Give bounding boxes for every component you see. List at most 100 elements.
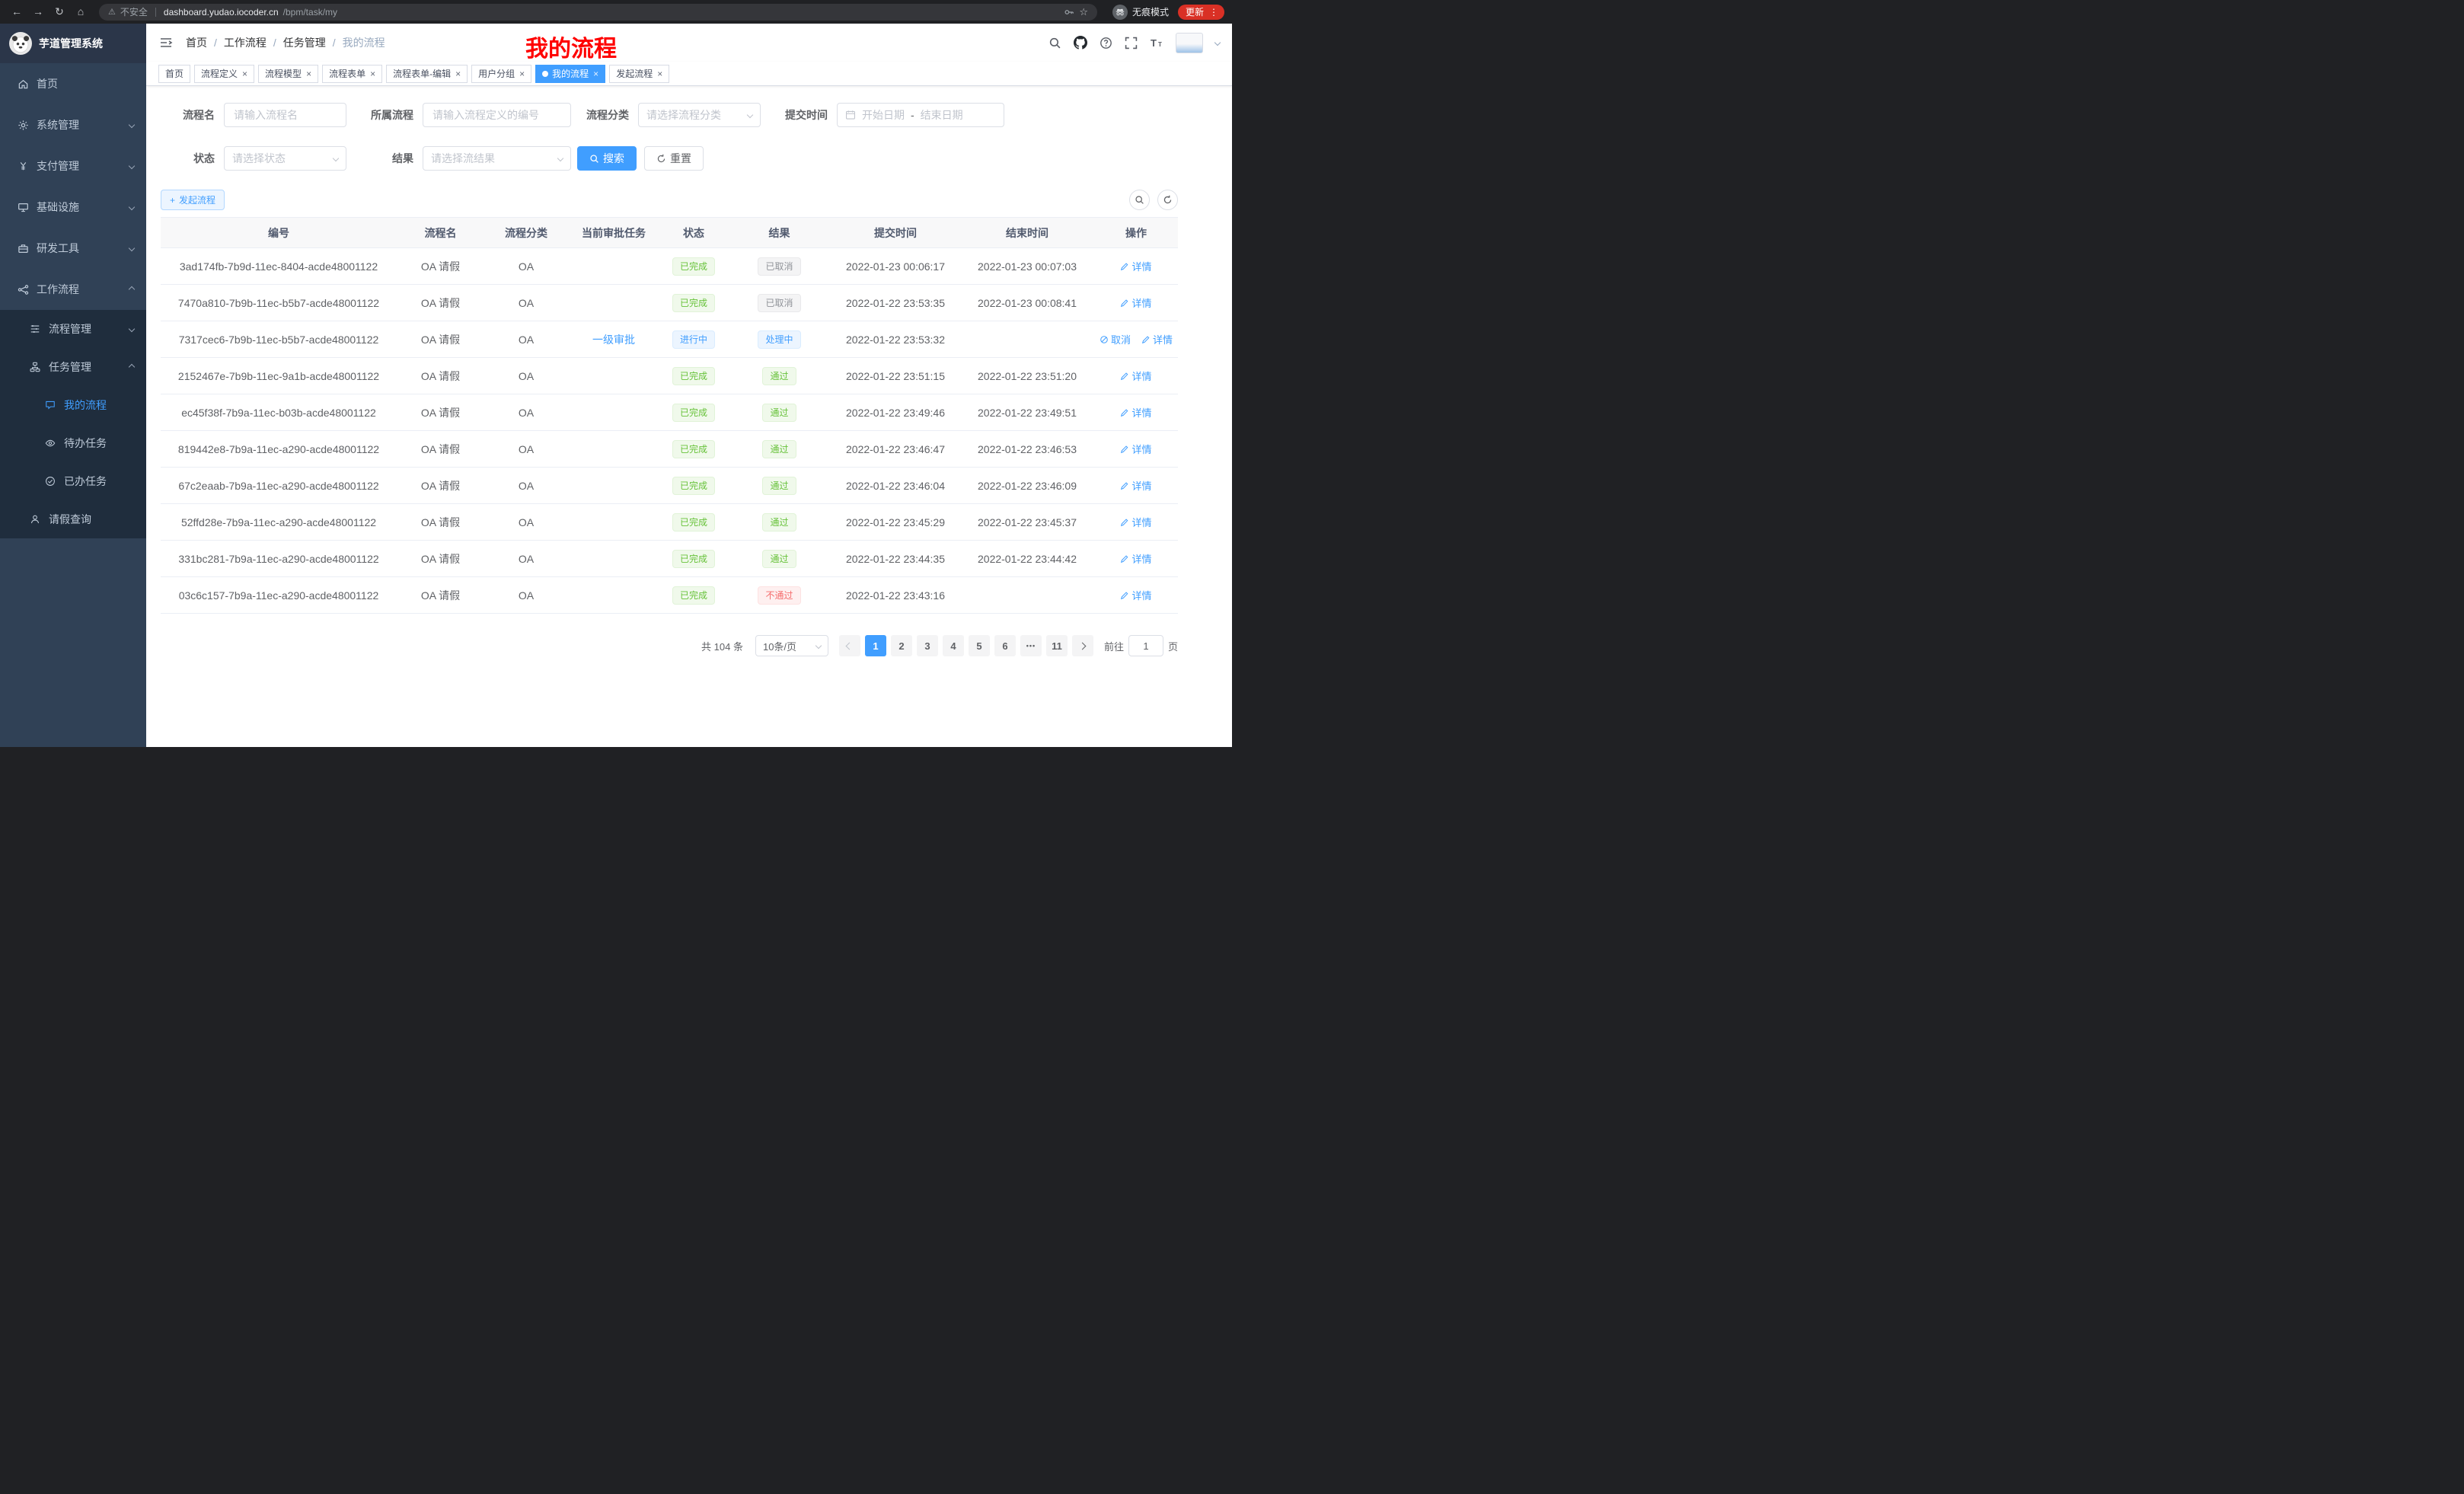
avatar[interactable] (1176, 33, 1203, 53)
fullscreen-icon[interactable] (1125, 37, 1138, 49)
sidebar-item-payment-management[interactable]: 支付管理 (0, 145, 146, 187)
close-icon[interactable]: × (370, 69, 375, 79)
process-name-input[interactable] (224, 103, 346, 127)
sidebar-item-infrastructure[interactable]: 基础设施 (0, 187, 146, 228)
page-button-11[interactable]: 11 (1046, 635, 1068, 656)
sidebar-toggle-icon[interactable] (158, 35, 174, 50)
font-size-icon[interactable]: TT (1150, 37, 1163, 49)
close-icon[interactable]: × (519, 69, 525, 79)
detail-button[interactable]: 详情 (1120, 551, 1151, 566)
result-badge: 已取消 (758, 257, 800, 276)
breadcrumb-item[interactable]: 工作流程 (224, 35, 267, 50)
page-button-4[interactable]: 4 (943, 635, 964, 656)
tab-process-model[interactable]: 流程模型× (258, 65, 318, 83)
sidebar-item-devtools[interactable]: 研发工具 (0, 228, 146, 269)
process-name-label: 流程名 (173, 107, 224, 123)
process-definition-input[interactable] (423, 103, 571, 127)
sidebar-item-process-management[interactable]: 流程管理 (0, 310, 146, 348)
detail-label: 详情 (1131, 515, 1151, 529)
cell-current-task (568, 358, 659, 394)
prev-page-button[interactable] (839, 635, 860, 656)
start-process-button[interactable]: + 发起流程 (161, 190, 225, 210)
close-icon[interactable]: × (657, 69, 662, 79)
reset-button[interactable]: 重置 (644, 146, 704, 171)
sidebar-item-todo-tasks[interactable]: 待办任务 (0, 424, 146, 462)
refresh-button[interactable] (1157, 190, 1178, 210)
close-icon[interactable]: × (306, 69, 311, 79)
tab-process-form-edit[interactable]: 流程表单-编辑× (386, 65, 468, 83)
search-button[interactable]: 搜索 (577, 146, 637, 171)
sidebar-item-task-management[interactable]: 任务管理 (0, 348, 146, 386)
result-select[interactable]: 请选择流结果 (423, 146, 571, 171)
tab-start-process[interactable]: 发起流程 × (609, 65, 669, 83)
browser-home-icon[interactable]: ⌂ (72, 0, 90, 24)
sidebar-item-leave-query[interactable]: 请假查询 (0, 500, 146, 538)
sidebar-item-my-process[interactable]: 我的流程 (0, 386, 146, 424)
browser-forward-icon[interactable]: → (29, 0, 47, 24)
page-button-2[interactable]: 2 (891, 635, 912, 656)
key-icon[interactable] (1064, 7, 1074, 18)
result-badge: 通过 (762, 550, 796, 568)
sidebar-item-workflow[interactable]: 工作流程 (0, 269, 146, 310)
col-end-time: 结束时间 (960, 218, 1094, 248)
detail-button[interactable]: 详情 (1141, 332, 1173, 346)
cell-category: OA (484, 321, 568, 358)
cancel-button[interactable]: 取消 (1100, 332, 1131, 346)
goto-page-input[interactable] (1128, 635, 1163, 656)
next-page-button[interactable] (1072, 635, 1093, 656)
detail-label: 详情 (1131, 588, 1151, 602)
caret-down-icon[interactable] (1214, 40, 1221, 46)
detail-button[interactable]: 详情 (1120, 588, 1151, 602)
update-button[interactable]: 更新 ⋮ (1178, 5, 1224, 20)
current-task-link[interactable]: 一级审批 (592, 334, 635, 346)
close-icon[interactable]: × (593, 69, 598, 79)
breadcrumb-item[interactable]: 任务管理 (283, 35, 326, 50)
address-bar[interactable]: ⚠ 不安全 dashboard.yudao.iocoder.cn/bpm/tas… (99, 4, 1097, 21)
detail-button[interactable]: 详情 (1120, 259, 1151, 273)
tab-user-group[interactable]: 用户分组× (471, 65, 531, 83)
cell-end-time: 2022-01-23 00:08:41 (960, 285, 1094, 321)
tab-home[interactable]: 首页 (158, 65, 190, 83)
status-select[interactable]: 请选择状态 (224, 146, 346, 171)
cell-category: OA (484, 394, 568, 431)
browser-back-icon[interactable]: ← (8, 0, 26, 24)
cell-current-task (568, 394, 659, 431)
help-icon[interactable] (1100, 37, 1112, 49)
submit-time-range-picker[interactable]: 开始日期 - 结束日期 (837, 103, 1004, 127)
browser-reload-icon[interactable]: ↻ (50, 0, 69, 24)
search-icon[interactable] (1048, 37, 1061, 49)
app-logo[interactable]: 芋道管理系统 (0, 24, 146, 63)
breadcrumb-item[interactable]: 首页 (186, 35, 207, 50)
page-button-3[interactable]: 3 (917, 635, 938, 656)
page-size-select[interactable]: 10条/页 (755, 635, 828, 656)
detail-button[interactable]: 详情 (1120, 442, 1151, 456)
sidebar-item-system-management[interactable]: 系统管理 (0, 104, 146, 145)
tab-process-form[interactable]: 流程表单× (322, 65, 382, 83)
page-button-5[interactable]: 5 (969, 635, 990, 656)
detail-button[interactable]: 详情 (1120, 515, 1151, 529)
detail-button[interactable]: 详情 (1120, 295, 1151, 310)
result-badge: 通过 (762, 513, 796, 532)
page-button-1[interactable]: 1 (865, 635, 886, 656)
tab-process-definition[interactable]: 流程定义× (194, 65, 254, 83)
show-search-button[interactable] (1129, 190, 1150, 210)
tab-label: 发起流程 (616, 67, 653, 80)
tab-my-process[interactable]: 我的流程× (535, 65, 605, 83)
detail-button[interactable]: 详情 (1120, 478, 1151, 493)
close-icon[interactable]: × (455, 69, 461, 79)
sidebar-item-home[interactable]: 首页 (0, 63, 146, 104)
star-icon[interactable]: ☆ (1079, 6, 1088, 18)
close-icon[interactable]: × (242, 69, 247, 79)
table-row: ec45f38f-7b9a-11ec-b03b-acde48001122 OA … (161, 394, 1178, 431)
sidebar: 芋道管理系统 首页 系统管理 支付管理 (0, 24, 146, 747)
breadcrumb-separator: / (273, 37, 276, 49)
detail-button[interactable]: 详情 (1120, 369, 1151, 383)
more-pages-button[interactable]: ••• (1020, 635, 1042, 656)
sidebar-item-done-tasks[interactable]: 已办任务 (0, 462, 146, 500)
browser-menu-icon[interactable]: ⋮ (1207, 7, 1221, 18)
detail-label: 详情 (1131, 259, 1151, 273)
page-button-6[interactable]: 6 (994, 635, 1016, 656)
detail-button[interactable]: 详情 (1120, 405, 1151, 420)
github-icon[interactable] (1074, 36, 1087, 49)
category-select[interactable]: 请选择流程分类 (638, 103, 761, 127)
